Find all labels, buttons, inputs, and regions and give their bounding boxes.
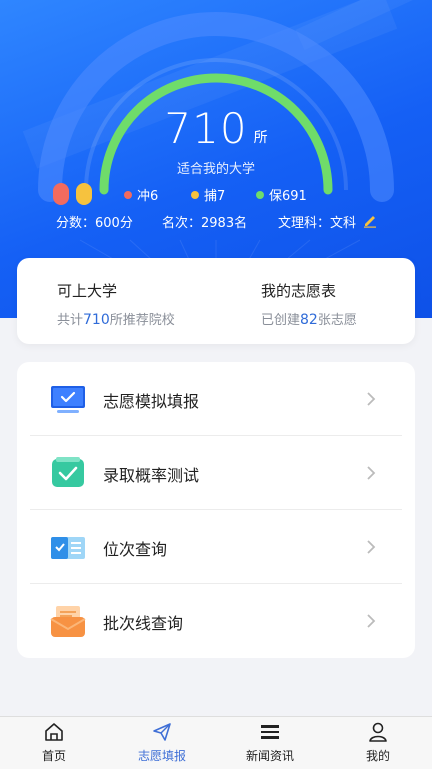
menu-item-simulate-application[interactable]: 志愿模拟填报 <box>17 362 415 436</box>
menu-label: 位次查询 <box>103 540 168 559</box>
chevron-right-icon <box>367 614 376 628</box>
tab-label: 新闻资讯 <box>245 749 294 763</box>
category-legend: 冲6 捕7 保691 <box>0 183 432 205</box>
home-icon <box>45 723 63 741</box>
available-universities-desc: 共计710所推荐院校 <box>57 312 175 328</box>
bottom-tab-bar: 首页 志愿填报 新闻资讯 我的 <box>0 716 432 769</box>
tab-news[interactable]: 新闻资讯 <box>216 721 324 764</box>
score-block: 710 所 <box>0 106 432 152</box>
menu-item-admission-probability[interactable]: 录取概率测试 <box>17 436 415 510</box>
menu-label: 批次线查询 <box>103 614 184 633</box>
chevron-right-icon <box>367 540 376 554</box>
rank-text: 名次：2983名 <box>162 216 248 231</box>
school-count: 710 <box>164 104 248 153</box>
my-application-list-desc: 已创建82张志愿 <box>261 312 357 328</box>
edit-icon[interactable] <box>362 212 378 228</box>
feature-menu: 志愿模拟填报 录取概率测试 位次查询 批次线查询 <box>17 362 415 658</box>
envelope-icon <box>50 606 86 637</box>
subject-text: 文理科：文科 <box>278 216 357 231</box>
score-text: 分数：600分 <box>56 216 133 231</box>
menu-label: 录取概率测试 <box>103 466 200 485</box>
menu-label: 志愿模拟填报 <box>103 392 200 411</box>
monitor-check-icon <box>51 386 85 413</box>
paper-plane-icon <box>153 723 171 741</box>
stable-marker <box>76 183 92 205</box>
tab-label: 首页 <box>41 749 66 763</box>
menu-item-rank-query[interactable]: 位次查询 <box>17 510 415 584</box>
tab-application[interactable]: 志愿填报 <box>108 721 216 764</box>
chevron-right-icon <box>367 466 376 480</box>
suitable-schools-label: 适合我的大学 <box>176 162 255 177</box>
my-application-list[interactable]: 我的志愿表 已创建82张志愿 <box>261 280 357 328</box>
tab-mine[interactable]: 我的 <box>324 721 432 764</box>
summary-card: 可上大学 共计710所推荐院校 我的志愿表 已创建82张志愿 <box>17 258 415 344</box>
available-universities[interactable]: 可上大学 共计710所推荐院校 <box>57 280 175 328</box>
available-universities-title: 可上大学 <box>57 282 118 300</box>
chevron-right-icon <box>367 392 376 406</box>
rush-marker <box>53 183 69 205</box>
user-icon <box>369 722 387 742</box>
tab-label: 志愿填报 <box>137 749 186 763</box>
legend-safe: 保691 <box>256 185 307 204</box>
checkbox-icon <box>52 457 84 487</box>
menu-item-batch-line-query[interactable]: 批次线查询 <box>17 584 415 658</box>
school-count-unit: 所 <box>253 130 268 146</box>
legend-rush: 冲6 <box>124 185 158 204</box>
tab-label: 我的 <box>365 749 390 763</box>
my-application-list-title: 我的志愿表 <box>261 282 337 300</box>
list-card-icon <box>51 537 85 559</box>
tab-home[interactable]: 首页 <box>0 721 108 764</box>
news-icon <box>261 725 279 739</box>
legend-stable: 捕7 <box>191 185 225 204</box>
